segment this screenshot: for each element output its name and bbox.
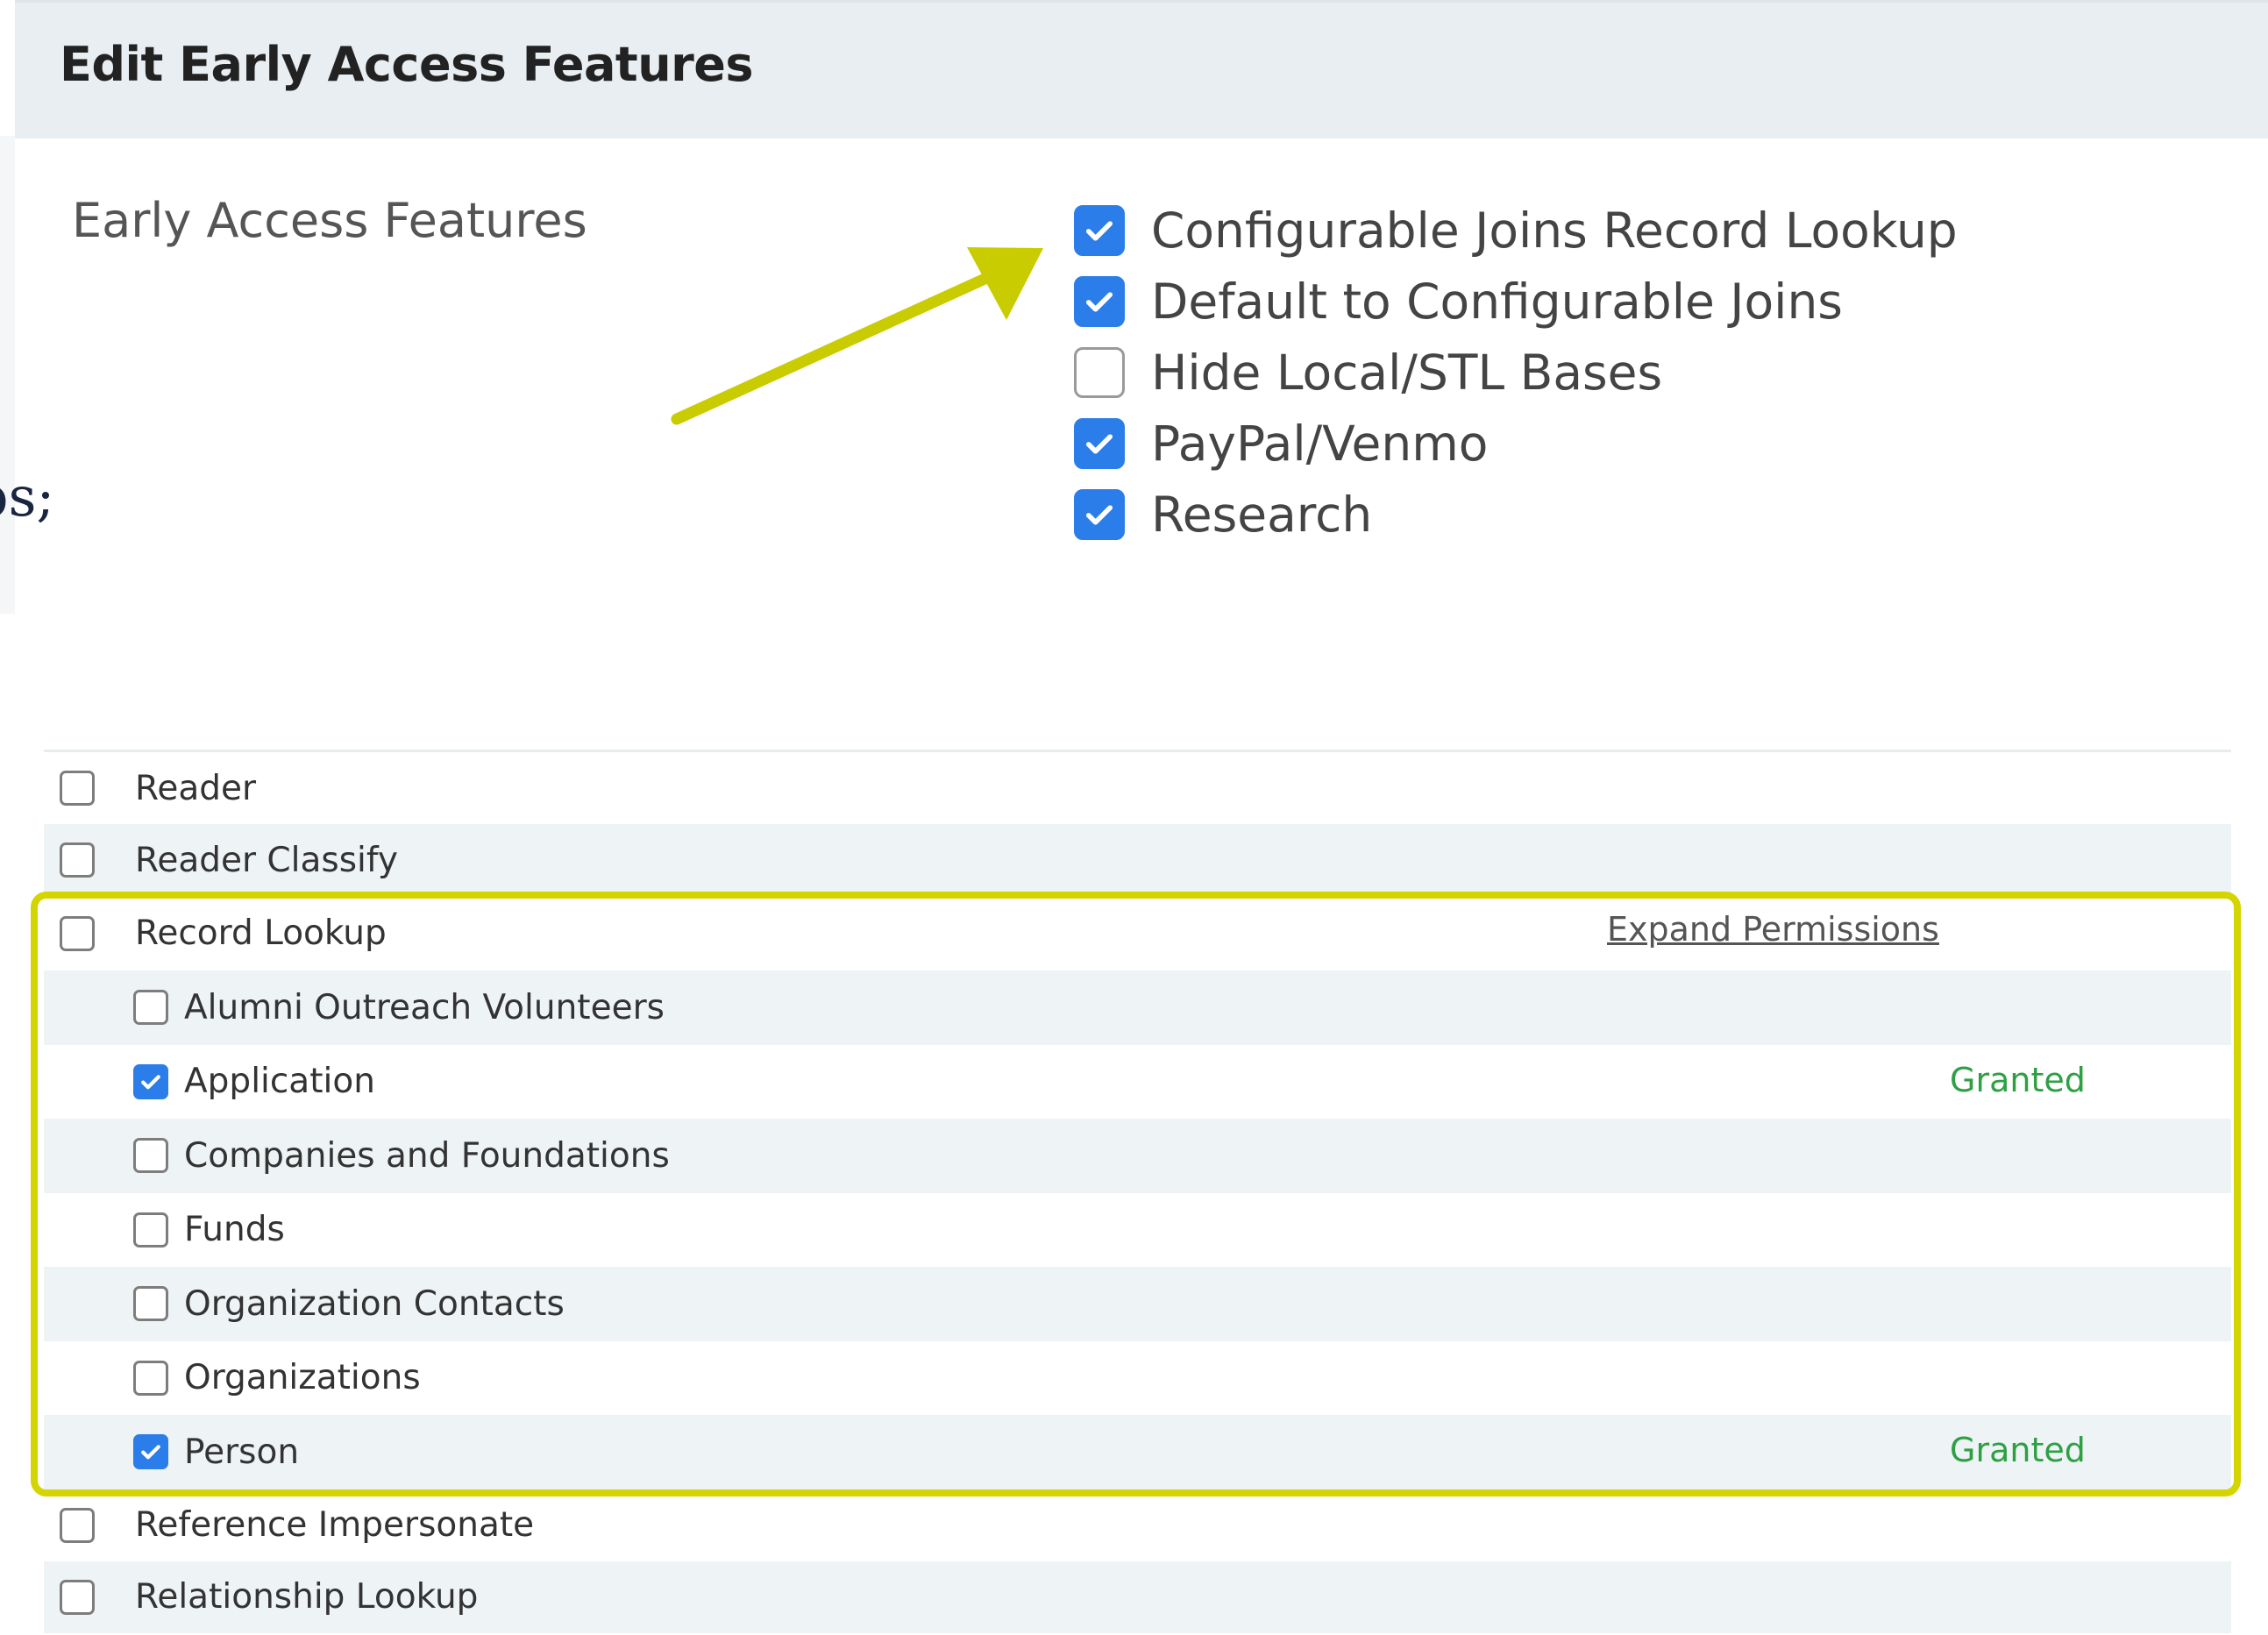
table-row: Reference Impersonate (44, 1489, 2231, 1561)
row-label: Reader Classify (135, 840, 398, 880)
row-label: Organizations (184, 1358, 421, 1398)
row-label: Person (184, 1432, 300, 1472)
checkbox[interactable] (60, 1579, 95, 1615)
checkmark-icon (141, 1075, 160, 1090)
checkbox[interactable] (133, 1212, 168, 1248)
status-badge: Granted (1950, 1431, 2086, 1469)
table-row: Organizations (44, 1341, 2231, 1416)
annotation-arrow-icon (671, 247, 1043, 425)
checkmark-icon (141, 1445, 160, 1460)
row-label: Companies and Foundations (184, 1135, 670, 1176)
row-label: Reference Impersonate (135, 1505, 535, 1545)
row-label: Alumni Outreach Volunteers (184, 987, 665, 1027)
early-access-panel: Edit Early Access Features Early Access … (0, 0, 2268, 614)
row-label: Organization Contacts (184, 1283, 565, 1324)
table-row: Organization Contacts (44, 1267, 2231, 1341)
checkbox[interactable] (133, 1434, 168, 1470)
table-row: Application Granted (44, 1045, 2231, 1120)
permissions-table: Reader Reader Classify Record Lookup Exp… (44, 750, 2231, 1633)
table-row-record-lookup: Record Lookup Expand Permissions (44, 896, 2231, 970)
table-row: Reader Classify (44, 824, 2231, 896)
checkbox[interactable] (133, 1063, 168, 1099)
table-row: Alumni Outreach Volunteers (44, 970, 2231, 1045)
checkbox[interactable] (60, 842, 95, 878)
checkbox[interactable] (133, 990, 168, 1026)
checkbox[interactable] (60, 771, 95, 806)
status-badge: Granted (1950, 1060, 2086, 1099)
row-label: Record Lookup (135, 913, 387, 953)
row-label: Relationship Lookup (135, 1577, 479, 1617)
expand-permissions-link[interactable]: Expand Permissions (1607, 910, 1939, 949)
checkbox[interactable] (133, 1286, 168, 1322)
checkbox[interactable] (60, 915, 95, 951)
checkbox[interactable] (60, 1507, 95, 1543)
checkbox[interactable] (133, 1138, 168, 1174)
table-row: Reader (44, 752, 2231, 824)
checkbox[interactable] (133, 1360, 168, 1396)
table-row: Person Granted (44, 1415, 2231, 1489)
row-label: Funds (184, 1210, 285, 1250)
table-row: Funds (44, 1193, 2231, 1268)
table-row: Relationship Lookup (44, 1560, 2231, 1633)
row-label: Application (184, 1062, 375, 1102)
row-label: Reader (135, 768, 257, 808)
table-row: Companies and Foundations (44, 1119, 2231, 1193)
